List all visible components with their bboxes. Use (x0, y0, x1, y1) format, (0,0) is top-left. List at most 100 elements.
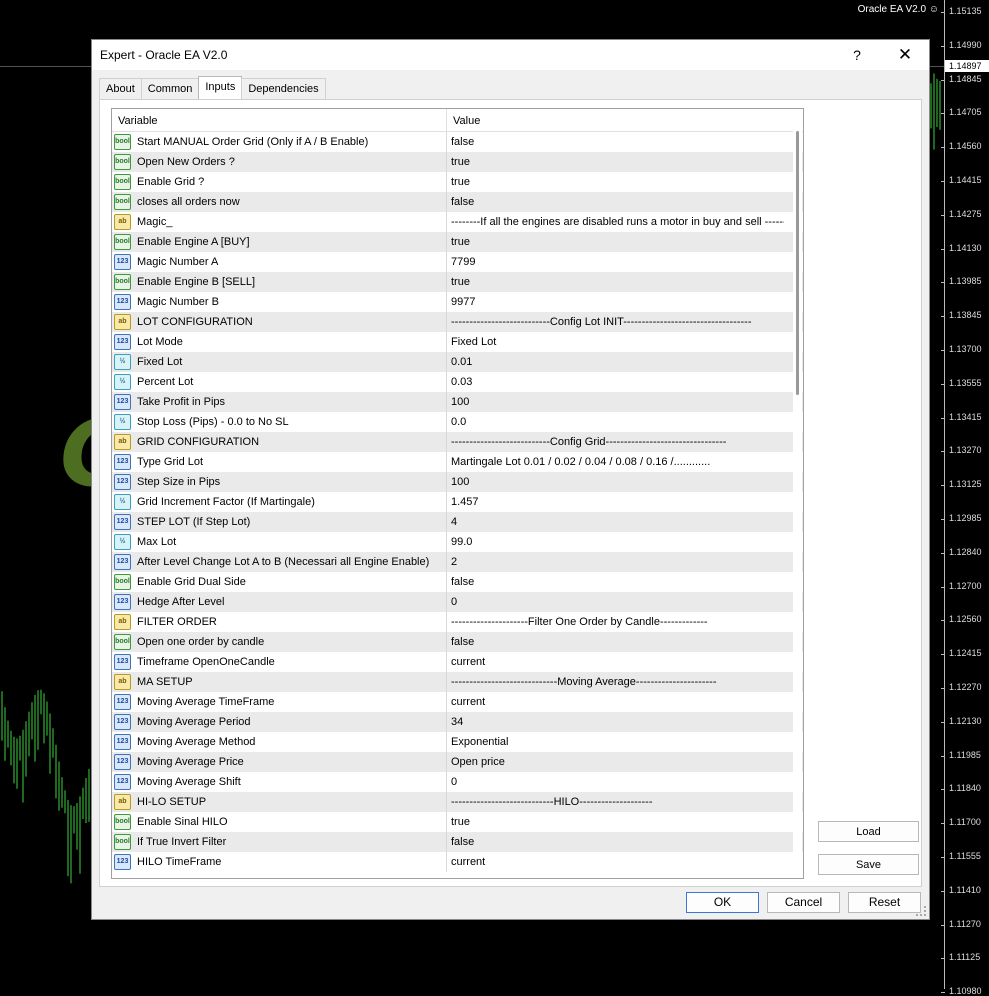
resize-grip[interactable] (916, 906, 926, 916)
table-row[interactable]: bool Open one order by candle false (112, 632, 803, 652)
tab-about[interactable]: About (99, 78, 142, 101)
value-cell[interactable]: 99.0 (447, 532, 784, 552)
price-tick (941, 147, 945, 149)
value-cell[interactable]: 100 (447, 392, 784, 412)
value-cell[interactable]: 34 (447, 712, 784, 732)
value-cell[interactable]: 0.03 (447, 372, 784, 392)
table-row[interactable]: bool Enable Engine B [SELL] true (112, 272, 803, 292)
table-row[interactable]: 123 After Level Change Lot A to B (Necess… (112, 552, 803, 572)
value-cell[interactable]: 4 (447, 512, 784, 532)
table-row[interactable]: ½ Max Lot 99.0 (112, 532, 803, 552)
value-cell[interactable]: true (447, 172, 784, 192)
table-row[interactable]: ab GRID CONFIGURATION --------------------… (112, 432, 803, 452)
value-cell[interactable]: 7799 (447, 252, 784, 272)
ok-button[interactable]: OK (686, 892, 759, 913)
value-cell[interactable]: Fixed Lot (447, 332, 784, 352)
value-cell[interactable]: 0 (447, 592, 784, 612)
close-button[interactable]: ✕ (895, 45, 915, 65)
value-cell[interactable]: 0.0 (447, 412, 784, 432)
value-cell[interactable]: true (447, 152, 784, 172)
value-cell[interactable]: false (447, 632, 784, 652)
table-row[interactable]: ½ Grid Increment Factor (If Martingale) 1.… (112, 492, 803, 512)
int-type-icon: 123 (114, 294, 131, 310)
value-cell[interactable]: false (447, 832, 784, 852)
value-cell[interactable]: 100 (447, 472, 784, 492)
table-row[interactable]: 123 Hedge After Level 0 (112, 592, 803, 612)
value-cell[interactable]: false (447, 132, 784, 152)
table-row[interactable]: bool Enable Grid ? true (112, 172, 803, 192)
table-row[interactable]: 123 Magic Number A 7799 (112, 252, 803, 272)
value-cell[interactable]: true (447, 272, 784, 292)
value-cell[interactable]: 2 (447, 552, 784, 572)
table-row[interactable]: ab FILTER ORDER ---------------------Filte… (112, 612, 803, 632)
str-type-icon: ab (114, 794, 131, 810)
scrollbar-thumb[interactable] (796, 131, 799, 395)
table-row[interactable]: 123 Magic Number B 9977 (112, 292, 803, 312)
value-cell[interactable]: Martingale Lot 0.01 / 0.02 / 0.04 / 0.08… (447, 452, 784, 472)
table-row[interactable]: ½ Stop Loss (Pips) - 0.0 to No SL 0.0 (112, 412, 803, 432)
price-tick (941, 12, 945, 13)
table-row[interactable]: bool If True Invert Filter false (112, 832, 803, 852)
table-row[interactable]: ab LOT CONFIGURATION ---------------------… (112, 312, 803, 332)
value-cell[interactable]: 1.457 (447, 492, 784, 512)
value-cell[interactable]: false (447, 192, 784, 212)
table-row[interactable]: 123 Timeframe OpenOneCandle current (112, 652, 803, 672)
value-cell[interactable]: 0 (447, 772, 784, 792)
table-row[interactable]: 123 Lot Mode Fixed Lot (112, 332, 803, 352)
variable-name: Magic Number B (137, 296, 219, 308)
table-row[interactable]: 123 Type Grid Lot Martingale Lot 0.01 / 0.… (112, 452, 803, 472)
value-cell[interactable]: current (447, 652, 784, 672)
value-cell[interactable]: current (447, 692, 784, 712)
table-row[interactable]: bool Enable Engine A [BUY] true (112, 232, 803, 252)
value-cell[interactable]: 9977 (447, 292, 784, 312)
value-cell[interactable]: Open price (447, 752, 784, 772)
table-row[interactable]: 123 Moving Average TimeFrame current (112, 692, 803, 712)
table-row[interactable]: ab HI-LO SETUP ---------------------------… (112, 792, 803, 812)
value-cell[interactable]: false (447, 572, 784, 592)
table-row[interactable]: 123 Step Size in Pips 100 (112, 472, 803, 492)
table-row[interactable]: ½ Percent Lot 0.03 (112, 372, 803, 392)
load-button[interactable]: Load (818, 821, 919, 842)
column-value[interactable]: Value (447, 109, 784, 131)
value-cell[interactable]: -----------------------------Moving Aver… (447, 672, 784, 692)
table-row[interactable]: bool Start MANUAL Order Grid (Only if A /… (112, 132, 803, 152)
value-cell[interactable]: ---------------------Filter One Order by… (447, 612, 784, 632)
table-row[interactable]: 123 Moving Average Price Open price (112, 752, 803, 772)
value-cell[interactable]: current (447, 852, 784, 872)
reset-button[interactable]: Reset (848, 892, 921, 913)
vertical-scrollbar[interactable] (793, 131, 802, 877)
tab-inputs[interactable]: Inputs (198, 76, 243, 101)
value-cell[interactable]: ---------------------------Config Lot IN… (447, 312, 784, 332)
table-row[interactable]: bool closes all orders now false (112, 192, 803, 212)
table-row[interactable]: bool Open New Orders ? true (112, 152, 803, 172)
value-cell[interactable]: true (447, 812, 784, 832)
price-tick (941, 214, 945, 216)
variable-cell: 123 Lot Mode (112, 332, 447, 352)
table-row[interactable]: 123 Moving Average Shift 0 (112, 772, 803, 792)
value-cell[interactable]: true (447, 232, 784, 252)
value-cell[interactable]: 0.01 (447, 352, 784, 372)
table-row[interactable]: bool Enable Grid Dual Side false (112, 572, 803, 592)
table-row[interactable]: 123 Take Profit in Pips 100 (112, 392, 803, 412)
price-label: 1.13555 (949, 377, 982, 388)
save-button[interactable]: Save (818, 854, 919, 875)
help-button[interactable]: ? (847, 45, 867, 65)
value-cell[interactable]: --------If all the engines are disabled … (447, 212, 784, 232)
cancel-button[interactable]: Cancel (767, 892, 840, 913)
value-cell[interactable]: ---------------------------Config Grid--… (447, 432, 784, 452)
tab-dependencies[interactable]: Dependencies (241, 78, 326, 101)
table-row[interactable]: 123 Moving Average Method Exponential (112, 732, 803, 752)
table-row[interactable]: ½ Fixed Lot 0.01 (112, 352, 803, 372)
table-row[interactable]: 123 HILO TimeFrame current (112, 852, 803, 872)
table-row[interactable]: ab Magic_ --------If all the engines are d… (112, 212, 803, 232)
tab-common[interactable]: Common (140, 78, 200, 101)
value-cell[interactable]: Exponential (447, 732, 784, 752)
table-row[interactable]: ab MA SETUP -----------------------------M… (112, 672, 803, 692)
table-row[interactable]: bool Enable Sinal HILO true (112, 812, 803, 832)
variable-cell: 123 Moving Average Price (112, 752, 447, 772)
table-row[interactable]: 123 Moving Average Period 34 (112, 712, 803, 732)
column-variable[interactable]: Variable (112, 109, 447, 131)
table-row[interactable]: 123 STEP LOT (If Step Lot) 4 (112, 512, 803, 532)
value-cell[interactable]: ----------------------------HILO--------… (447, 792, 784, 812)
price-tick (941, 924, 945, 926)
